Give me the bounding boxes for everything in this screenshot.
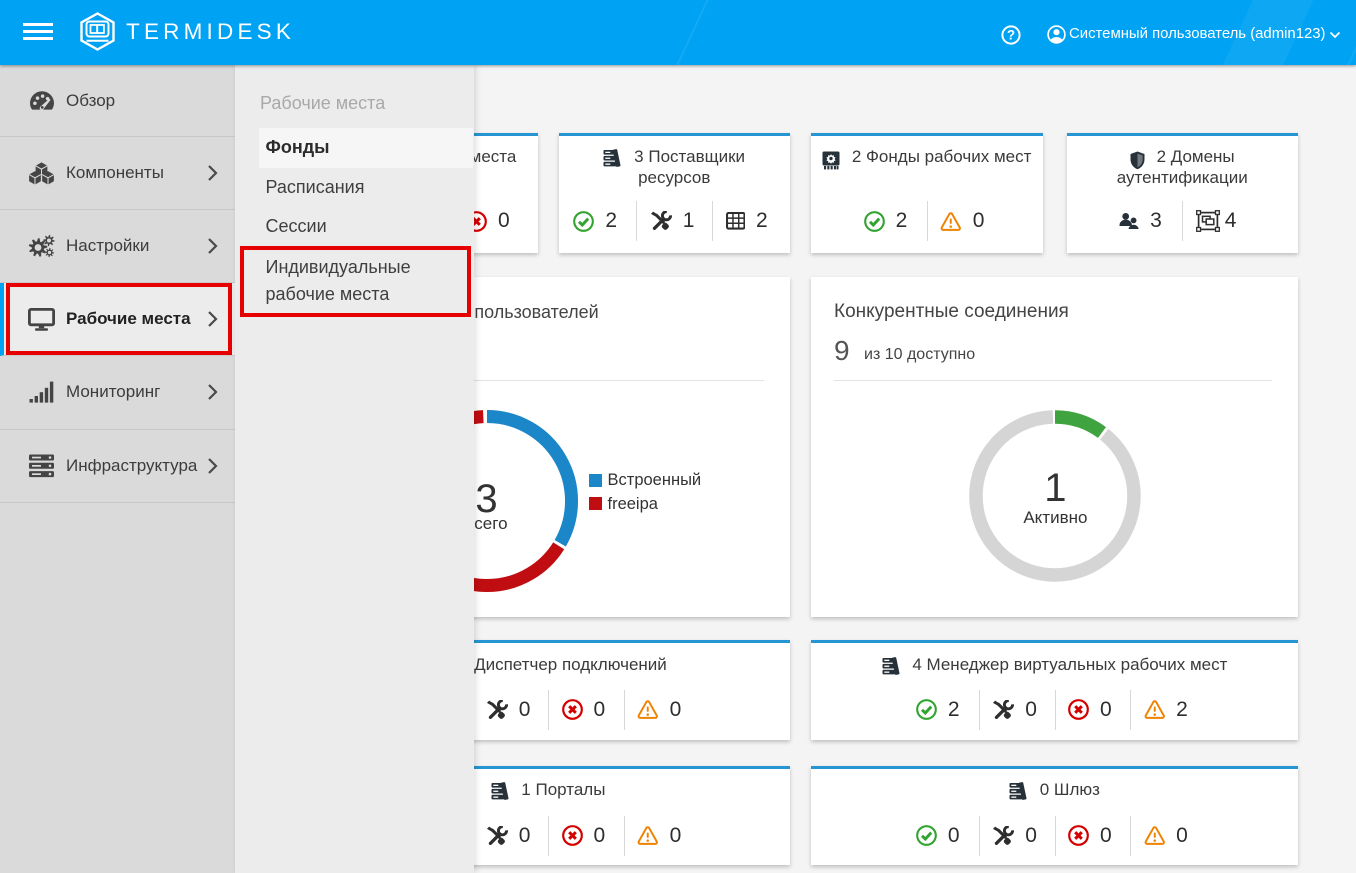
svg-text:?: ? [1007, 27, 1015, 42]
